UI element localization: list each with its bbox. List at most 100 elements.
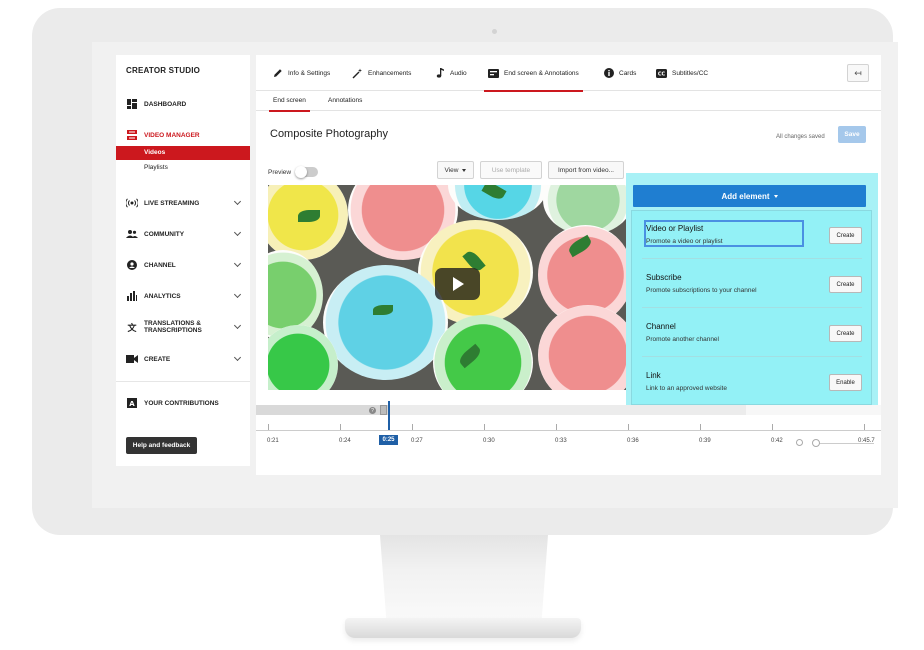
sidebar-item-live-streaming[interactable]: LIVE STREAMING — [126, 195, 246, 211]
sidebar-sub-videos[interactable]: Videos — [116, 146, 250, 160]
mint-leaf-shape — [298, 210, 320, 222]
timeline-tick-label: 0:30 — [483, 438, 495, 444]
mint-leaf-shape — [373, 305, 393, 315]
contributions-icon: A — [126, 397, 138, 409]
timeline-tick — [268, 424, 269, 430]
community-icon — [126, 228, 138, 240]
tab-subtitles-cc[interactable]: CC Subtitles/CC — [656, 55, 708, 91]
menu-item-desc: Link to an approved website — [646, 385, 727, 392]
sidebar-item-video-manager[interactable]: VIDEO MANAGER — [126, 127, 246, 143]
info-icon — [603, 68, 614, 79]
zoom-slider[interactable] — [814, 443, 874, 444]
zoom-icon — [796, 439, 803, 446]
sidebar-item-label: DASHBOARD — [144, 100, 187, 108]
live-streaming-icon — [126, 197, 138, 209]
timeline-tick-label: 0:39 — [699, 438, 711, 444]
create-button[interactable]: Create — [829, 325, 862, 342]
menu-item-name: Link — [646, 371, 661, 380]
music-note-icon — [434, 68, 445, 79]
timeline-tick-label: 0:27 — [411, 438, 423, 444]
sidebar-item-create[interactable]: CREATE — [126, 351, 246, 367]
view-label: View — [444, 166, 459, 174]
sidebar-item-contributions[interactable]: A YOUR CONTRIBUTIONS — [126, 395, 246, 411]
menu-item-video-playlist[interactable]: Video or Playlist Promote a video or pla… — [642, 214, 862, 263]
sidebar-item-label: TRANSLATIONS & TRANSCRIPTIONS — [144, 320, 202, 334]
menu-item-channel[interactable]: Channel Promote another channel Create — [642, 312, 862, 361]
preview-label: Preview — [268, 169, 292, 176]
tab-audio[interactable]: Audio — [434, 55, 467, 91]
video-camera-icon — [126, 353, 138, 365]
caret-down-icon — [773, 194, 778, 198]
import-from-video-button[interactable]: Import from video... — [548, 161, 624, 179]
use-template-label: Use template — [491, 166, 531, 174]
chevron-down-icon[interactable] — [233, 228, 242, 237]
tab-bar: Info & Settings Enhancements Audio End s… — [256, 55, 881, 92]
chevron-down-icon[interactable] — [233, 259, 242, 268]
caret-down-icon — [462, 168, 467, 172]
channel-icon — [126, 259, 138, 271]
sidebar-item-translations[interactable]: 文 TRANSLATIONS & TRANSCRIPTIONS — [126, 317, 246, 337]
timeline-drag-handle[interactable] — [380, 405, 387, 415]
sidebar-item-label: ANALYTICS — [144, 292, 181, 300]
timeline-tick — [772, 424, 773, 430]
preview-toggle[interactable] — [295, 166, 318, 178]
timeline-tick — [412, 424, 413, 430]
import-label: Import from video... — [558, 166, 614, 174]
use-template-button[interactable]: Use template — [480, 161, 542, 179]
undo-arrow-icon: ↤ — [854, 67, 862, 78]
cc-icon: CC — [656, 68, 667, 79]
video-manager-icon — [126, 129, 138, 141]
tab-label: Subtitles/CC — [672, 69, 709, 77]
menu-divider — [642, 356, 862, 357]
help-icon[interactable]: ? — [369, 407, 376, 414]
help-feedback-button[interactable]: Help and feedback — [126, 437, 197, 454]
playhead[interactable] — [388, 401, 390, 431]
chevron-down-icon[interactable] — [233, 197, 242, 206]
timeline-tick-label: 0:42 — [771, 438, 783, 444]
view-dropdown[interactable]: View — [437, 161, 474, 179]
sidebar: CREATOR STUDIO DASHBOARD VIDEO MANAGER V… — [116, 55, 250, 466]
tab-cards[interactable]: Cards — [603, 55, 636, 91]
tab-label: End screen & Annotations — [504, 69, 579, 77]
timeline-tick — [864, 424, 865, 430]
create-button[interactable]: Create — [829, 276, 862, 293]
timeline-tick-label: 0:36 — [627, 438, 639, 444]
create-button[interactable]: Create — [829, 227, 862, 244]
undo-button[interactable]: ↤ — [847, 64, 869, 82]
menu-item-subscribe[interactable]: Subscribe Promote subscriptions to your … — [642, 263, 862, 312]
chevron-down-icon[interactable] — [233, 321, 242, 330]
chevron-down-icon[interactable] — [233, 290, 242, 299]
enable-button[interactable]: Enable — [829, 374, 862, 391]
menu-item-link[interactable]: Link Link to an approved website Enable — [642, 361, 862, 410]
sidebar-sub-playlists[interactable]: Playlists — [116, 161, 250, 175]
add-element-button[interactable]: Add element — [633, 185, 866, 207]
tab-info-settings[interactable]: Info & Settings — [272, 55, 330, 91]
sidebar-item-channel[interactable]: CHANNEL — [126, 257, 246, 273]
menu-item-name: Video or Playlist — [646, 224, 704, 233]
save-button[interactable]: Save — [838, 126, 866, 143]
timeline-tick-label: 0:24 — [339, 438, 351, 444]
tab-end-screen-annotations[interactable]: End screen & Annotations — [484, 55, 583, 92]
menu-item-desc: Promote another channel — [646, 336, 719, 343]
play-button[interactable] — [435, 268, 480, 300]
tab-label: Audio — [450, 69, 467, 77]
main-panel: Info & Settings Enhancements Audio End s… — [256, 55, 881, 475]
camera-dot — [492, 29, 497, 34]
translate-icon: 文 — [127, 322, 137, 333]
sidebar-item-community[interactable]: COMMUNITY — [126, 226, 246, 242]
timeline-track[interactable] — [256, 405, 881, 415]
video-player[interactable] — [268, 185, 626, 390]
subtab-end-screen[interactable]: End screen — [269, 91, 310, 112]
sidebar-item-label: LIVE STREAMING — [144, 199, 200, 207]
sidebar-item-dashboard[interactable]: DASHBOARD — [126, 96, 246, 112]
subtab-annotations[interactable]: Annotations — [328, 91, 362, 111]
zoom-slider-knob[interactable] — [812, 439, 820, 447]
timeline-tick — [484, 424, 485, 430]
chevron-down-icon[interactable] — [233, 353, 242, 362]
tab-label: Info & Settings — [288, 69, 331, 77]
sidebar-item-analytics[interactable]: ANALYTICS — [126, 288, 246, 304]
tab-label: Enhancements — [368, 69, 412, 77]
monitor-stand-base — [345, 618, 581, 638]
timeline-element-track — [746, 405, 881, 415]
tab-enhancements[interactable]: Enhancements — [352, 55, 411, 91]
